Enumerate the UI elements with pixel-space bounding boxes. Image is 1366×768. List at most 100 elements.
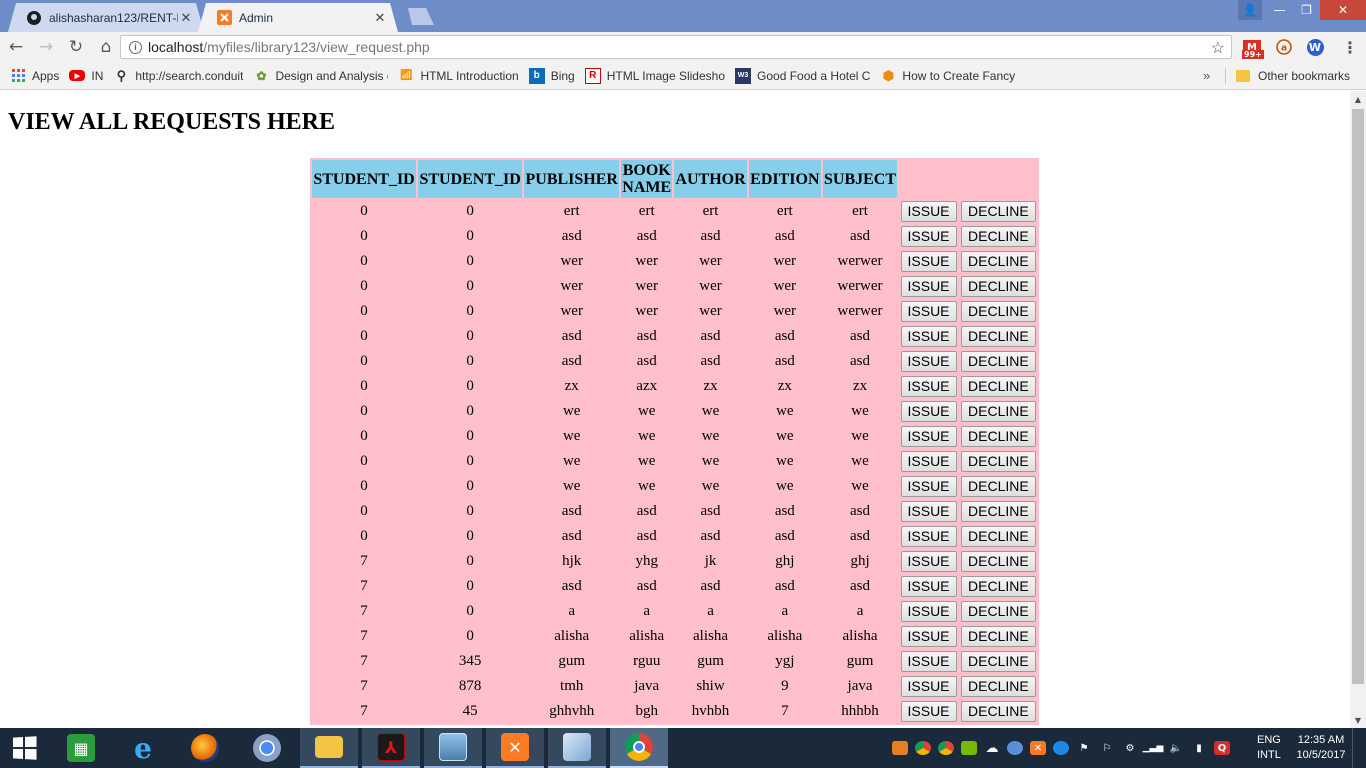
issue-button[interactable]: ISSUE [900,276,957,297]
start-button[interactable] [0,728,48,768]
taskbar-photos[interactable] [424,728,482,768]
close-tab-icon[interactable]: ✕ [372,10,388,26]
decline-button[interactable]: DECLINE [961,576,1036,597]
bookmark-design-analysis[interactable]: ✿ Design and Analysis c [253,68,388,84]
decline-button[interactable]: DECLINE [961,251,1036,272]
info-icon[interactable]: i [129,40,142,54]
bookmark-fancy[interactable]: ⬢ How to Create Fancy [880,68,1015,84]
bookmark-html-slideshow[interactable]: R HTML Image Slidesho [584,67,725,84]
show-desktop-button[interactable] [1352,728,1366,768]
issue-button[interactable]: ISSUE [900,426,957,447]
decline-button[interactable]: DECLINE [961,376,1036,397]
issue-button[interactable]: ISSUE [900,376,957,397]
taskbar-xampp[interactable]: ✕ [486,728,544,768]
issue-button[interactable]: ISSUE [900,576,957,597]
tab-admin[interactable]: Admin ✕ [198,3,398,32]
taskbar-ie[interactable]: e [114,728,172,768]
tray-chrome-icon[interactable] [915,741,931,755]
issue-button[interactable]: ISSUE [900,526,957,547]
more-bookmarks-icon[interactable]: » [1203,68,1210,83]
decline-button[interactable]: DECLINE [961,326,1036,347]
bookmark-bing[interactable]: b Bing [528,67,575,84]
back-icon[interactable]: ← [2,34,30,60]
decline-button[interactable]: DECLINE [961,351,1036,372]
tray-safari-icon[interactable] [1053,741,1069,755]
decline-button[interactable]: DECLINE [961,526,1036,547]
issue-button[interactable]: ISSUE [900,601,957,622]
new-tab-button[interactable] [404,8,434,25]
close-tab-icon[interactable]: ✕ [178,10,194,26]
decline-button[interactable]: DECLINE [961,601,1036,622]
user-icon[interactable]: 👤 [1238,0,1262,20]
decline-button[interactable]: DECLINE [961,626,1036,647]
scroll-thumb[interactable] [1352,109,1364,684]
amazon-assistant-icon[interactable]: a [1272,36,1296,58]
tray-cloud-icon[interactable]: ☁ [984,741,1000,756]
taskbar-acrobat[interactable]: ⅄ [362,728,420,768]
decline-button[interactable]: DECLINE [961,201,1036,222]
issue-button[interactable]: ISSUE [900,551,957,572]
decline-button[interactable]: DECLINE [961,226,1036,247]
issue-button[interactable]: ISSUE [900,226,957,247]
decline-button[interactable]: DECLINE [961,651,1036,672]
taskbar-chrome-alt[interactable] [238,728,296,768]
bookmark-apps[interactable]: Apps [10,68,59,84]
tab-github[interactable]: alishasharan123/RENT-IT ✕ [8,3,204,32]
issue-button[interactable]: ISSUE [900,651,957,672]
clock[interactable]: 12:35 AM 10/5/2017 [1296,733,1346,763]
decline-button[interactable]: DECLINE [961,426,1036,447]
chrome-menu-icon[interactable]: ⋮ [1338,36,1362,58]
scroll-down-icon[interactable]: ▼ [1350,712,1366,728]
issue-button[interactable]: ISSUE [900,451,957,472]
decline-button[interactable]: DECLINE [961,676,1036,697]
issue-button[interactable]: ISSUE [900,476,957,497]
word-extension-icon[interactable]: W [1303,36,1327,58]
minimize-icon[interactable]: — [1266,0,1293,20]
tray-xampp-icon[interactable] [892,741,908,755]
tray-action-center-icon[interactable]: ⚐ [1099,741,1115,755]
input-language[interactable]: ENG INTL [1257,733,1281,763]
scroll-up-icon[interactable]: ▲ [1350,91,1366,107]
page-scrollbar[interactable]: ▲ ▼ [1350,91,1366,728]
tray-volume-icon[interactable]: 🔈 [1168,741,1184,755]
bookmark-star-icon[interactable]: ☆ [1211,38,1225,58]
issue-button[interactable]: ISSUE [900,301,957,322]
issue-button[interactable]: ISSUE [900,401,957,422]
issue-button[interactable]: ISSUE [900,326,957,347]
issue-button[interactable]: ISSUE [900,701,957,722]
taskbar-chrome[interactable] [610,728,668,768]
tray-chrome-icon-2[interactable] [938,741,954,755]
home-icon[interactable]: ⌂ [92,34,120,60]
tray-flag-icon[interactable]: ⚑ [1076,741,1092,755]
tray-quickheal-icon[interactable]: Q [1214,741,1230,755]
decline-button[interactable]: DECLINE [961,401,1036,422]
bookmark-search-conduit[interactable]: ⚲ http://search.conduit [113,68,244,84]
taskbar-store[interactable]: ▦ [52,728,110,768]
decline-button[interactable]: DECLINE [961,476,1036,497]
taskbar-file-explorer[interactable] [300,728,358,768]
tray-battery-icon[interactable]: ▮ [1191,741,1207,755]
tray-xampp-icon-2[interactable]: ✕ [1030,741,1046,755]
gmail-extension-icon[interactable]: M 99+ [1240,36,1264,59]
decline-button[interactable]: DECLINE [961,551,1036,572]
issue-button[interactable]: ISSUE [900,676,957,697]
taskbar-firefox[interactable] [176,728,234,768]
tray-wifi-icon[interactable]: ▁▃▅ [1143,741,1164,755]
issue-button[interactable]: ISSUE [900,201,957,222]
bookmark-good-food[interactable]: W3 Good Food a Hotel C [735,67,870,84]
decline-button[interactable]: DECLINE [961,301,1036,322]
bookmark-youtube[interactable]: ▶ IN [69,69,103,83]
issue-button[interactable]: ISSUE [900,251,957,272]
tray-network-icon[interactable] [1007,741,1023,755]
address-bar[interactable]: i localhost/myfiles/library123/view_requ… [120,35,1232,59]
tray-nvidia-icon[interactable] [961,741,977,755]
decline-button[interactable]: DECLINE [961,501,1036,522]
issue-button[interactable]: ISSUE [900,501,957,522]
tray-security-icon[interactable]: ⚙ [1122,741,1138,755]
close-window-icon[interactable]: ✕ [1320,0,1366,20]
restore-icon[interactable]: ❐ [1293,0,1320,20]
bookmark-html-introduction[interactable]: 📶 HTML Introduction [398,68,519,84]
issue-button[interactable]: ISSUE [900,626,957,647]
decline-button[interactable]: DECLINE [961,276,1036,297]
issue-button[interactable]: ISSUE [900,351,957,372]
